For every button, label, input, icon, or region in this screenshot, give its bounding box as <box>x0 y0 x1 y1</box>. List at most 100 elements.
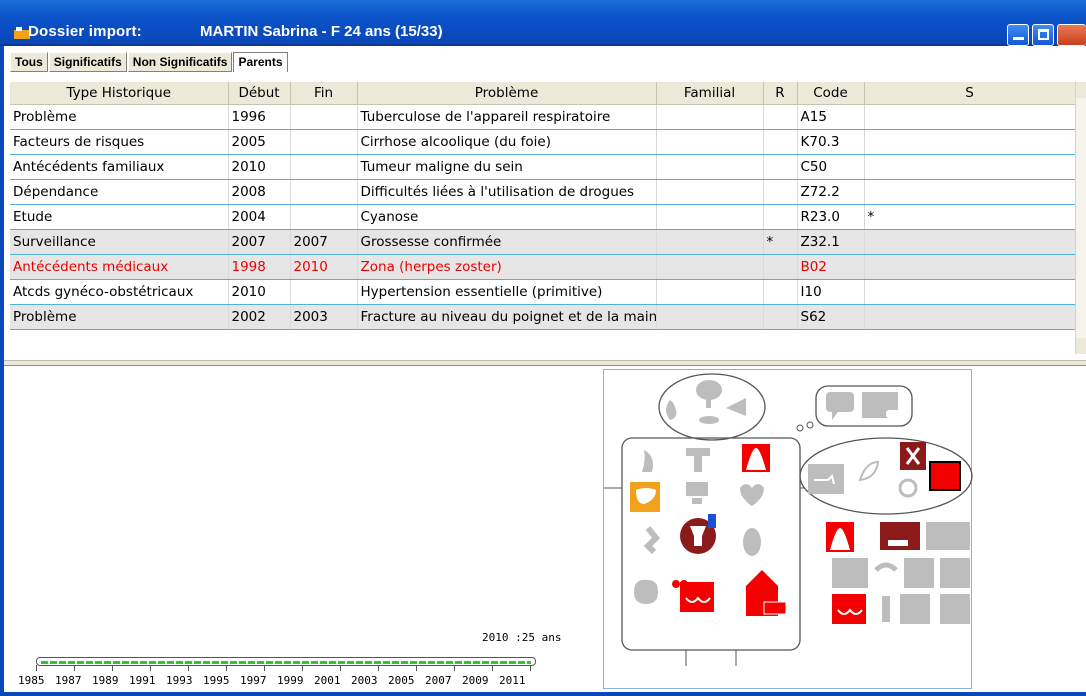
cell-code: S62 <box>797 304 865 330</box>
uterus-icon[interactable] <box>680 514 716 554</box>
cell-familial <box>656 254 764 280</box>
cell-fin: 2010 <box>290 254 358 280</box>
hip-icon[interactable] <box>832 558 868 588</box>
hand-icon[interactable] <box>880 522 920 550</box>
year-label: 2007 <box>425 674 452 687</box>
table-row[interactable]: Dépendance 2008 Difficultés liées à l'ut… <box>10 179 1076 205</box>
timeline-tick <box>378 665 379 671</box>
cell-r <box>763 279 798 305</box>
cell-probleme: Cyanose <box>357 204 657 230</box>
heart-icon[interactable] <box>740 484 764 506</box>
panel-splitter[interactable] <box>4 360 1086 366</box>
cell-fin: 2007 <box>290 229 358 255</box>
vessel-icon[interactable] <box>808 464 844 494</box>
timeline-tick <box>492 665 493 671</box>
cell-familial <box>656 279 764 305</box>
cell-fin <box>290 179 358 205</box>
col-header-fin[interactable]: Fin <box>290 82 358 105</box>
cell-debut: 2008 <box>228 179 291 205</box>
col-header-s[interactable]: S <box>864 82 1076 105</box>
cell-r <box>763 154 798 180</box>
year-label: 1995 <box>203 674 230 687</box>
col-header-code[interactable]: Code <box>797 82 865 105</box>
col-header-familial[interactable]: Familial <box>656 82 764 105</box>
col-header-debut[interactable]: Début <box>228 82 291 105</box>
cell-debut: 2004 <box>228 204 291 230</box>
cell-familial <box>656 204 764 230</box>
cell-type: Antécédents médicaux <box>10 254 229 280</box>
skin-icon[interactable] <box>642 450 653 472</box>
cell-debut: 2010 <box>228 154 291 180</box>
brain-icon[interactable] <box>696 380 722 408</box>
year-label: 2005 <box>388 674 415 687</box>
tab-significatifs[interactable]: Significatifs <box>48 52 127 72</box>
tab-tous[interactable]: Tous <box>10 52 48 72</box>
table-row[interactable]: Atcds gynéco-obstétricaux 2010 Hypertens… <box>10 279 1076 305</box>
close-button[interactable] <box>1057 24 1086 46</box>
table-row[interactable]: Facteurs de risques 2005 Cirrhose alcool… <box>10 129 1076 155</box>
bone-icon[interactable] <box>900 442 926 470</box>
joint-icon[interactable] <box>898 478 918 498</box>
table-row[interactable]: Etude 2004 Cyanose R23.0 * <box>10 204 1076 230</box>
col-header-probleme[interactable]: Problème <box>357 82 657 105</box>
table-scrollbar[interactable] <box>1075 82 1086 354</box>
cell-code: K70.3 <box>797 129 865 155</box>
foot-icon[interactable] <box>882 594 970 624</box>
col-header-r[interactable]: R <box>763 82 798 105</box>
lungs-icon[interactable] <box>826 522 854 552</box>
monitor-icon[interactable] <box>862 392 900 418</box>
col-header-type[interactable]: Type Historique <box>10 82 229 105</box>
lungs-red-icon[interactable] <box>742 444 770 472</box>
table-row[interactable]: Problème 2002 2003 Fracture au niveau du… <box>10 304 1076 330</box>
breast-small-icon[interactable] <box>832 594 866 624</box>
table-row[interactable]: Problème 1996 Tuberculose de l'appareil … <box>10 104 1076 130</box>
cell-code: R23.0 <box>797 204 865 230</box>
spine-icon[interactable] <box>926 522 970 550</box>
tab-non-significatifs[interactable]: Non Significatifs <box>127 52 233 72</box>
timeline-age-label: 2010 :25 ans <box>482 631 562 644</box>
tab-parents[interactable]: Parents <box>233 52 288 72</box>
cell-familial <box>656 104 764 130</box>
ear-icon[interactable] <box>666 400 677 420</box>
cell-code: C50 <box>797 154 865 180</box>
scroll-down-button[interactable] <box>1076 338 1086 354</box>
arm-red-icon[interactable] <box>929 461 961 491</box>
table-row[interactable]: Antécédents médicaux 1998 2010 Zona (her… <box>10 254 1076 280</box>
breast-icon[interactable] <box>672 580 714 612</box>
history-table: Type Historique Début Fin Problème Famil… <box>10 82 1076 330</box>
liver-icon[interactable] <box>630 482 660 512</box>
timeline-tick <box>530 665 531 671</box>
knee-icon[interactable] <box>874 562 898 572</box>
table-row[interactable]: Antécédents familiaux 2010 Tumeur malign… <box>10 154 1076 180</box>
maximize-button[interactable] <box>1032 24 1054 46</box>
cell-debut: 1996 <box>228 104 291 130</box>
cell-r <box>763 204 798 230</box>
mouth-icon[interactable] <box>699 416 719 424</box>
thyroid-icon[interactable] <box>686 482 708 504</box>
year-label: 1997 <box>240 674 267 687</box>
eye-icon[interactable] <box>726 398 746 416</box>
kidney-icon[interactable] <box>743 528 761 556</box>
year-label: 1989 <box>92 674 119 687</box>
table-row[interactable]: Surveillance 2007 2007 Grossesse confirm… <box>10 229 1076 255</box>
cell-s <box>864 254 1076 280</box>
year-label: 2011 <box>499 674 526 687</box>
minimize-button[interactable] <box>1007 24 1029 46</box>
cell-probleme: Grossesse confirmée <box>357 229 657 255</box>
speech-bubble-icon[interactable] <box>826 392 854 420</box>
house-icon[interactable] <box>746 570 787 616</box>
cell-fin <box>290 129 358 155</box>
cell-probleme: Tuberculose de l'appareil respiratoire <box>357 104 657 130</box>
throat-icon[interactable] <box>686 448 710 472</box>
cell-code: Z32.1 <box>797 229 865 255</box>
intestine-icon[interactable] <box>634 579 658 604</box>
year-label: 1987 <box>55 674 82 687</box>
scroll-up-button[interactable] <box>1076 82 1086 98</box>
stomach-icon[interactable] <box>643 526 661 555</box>
timeline-tick <box>302 665 303 671</box>
leaf-icon[interactable] <box>858 460 880 482</box>
year-label: 1993 <box>166 674 193 687</box>
cell-fin <box>290 204 358 230</box>
timeline-ticks <box>36 665 566 671</box>
leg-icon[interactable] <box>904 558 970 588</box>
